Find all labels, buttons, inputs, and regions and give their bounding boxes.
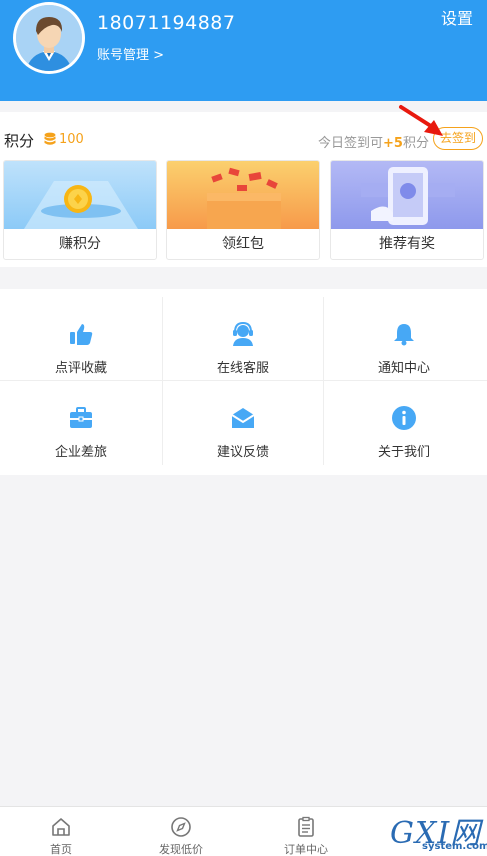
envelope-icon (231, 408, 255, 428)
points-title: 积分 (4, 132, 35, 150)
menu-label: 建议反馈 (216, 445, 269, 460)
gold-coin-icon (24, 181, 138, 229)
home-icon (52, 818, 70, 836)
bell-icon (394, 324, 414, 346)
menu-label: 在线客服 (216, 361, 269, 376)
tab-label: 发现低价 (159, 843, 203, 856)
sign-hint-prefix: 今日签到可 (318, 136, 384, 151)
tab-home[interactable]: 首页 (0, 807, 122, 856)
menu-label: 通知中心 (377, 361, 430, 376)
customer-service-icon (233, 321, 253, 346)
tab-label: 首页 (50, 843, 72, 856)
menu-label: 企业差旅 (54, 445, 107, 460)
person-icon (16, 5, 82, 71)
earn-points-label: 赚积分 (59, 236, 101, 252)
red-packet-label: 领红包 (222, 236, 264, 252)
thumbs-up-icon (70, 324, 93, 345)
coin-stack-icon (44, 132, 56, 145)
tab-discover[interactable]: 发现低价 (120, 807, 242, 856)
feature-cards: 赚积分 领红包 推荐有奖 (0, 157, 487, 267)
avatar[interactable] (13, 2, 85, 74)
clipboard-icon (298, 816, 314, 837)
settings-button[interactable]: 设置 (441, 5, 473, 29)
account-manage-link[interactable]: 账号管理 > (97, 44, 164, 63)
site-watermark: GXI网 system.com (388, 808, 487, 856)
earn-points-banner (4, 161, 156, 229)
menu-item-support[interactable]: 在线客服 (162, 297, 324, 381)
referral-label: 推荐有奖 (379, 236, 435, 252)
menu-item-reviews[interactable]: 点评收藏 (0, 297, 162, 381)
menu-item-about[interactable]: 关于我们 (323, 381, 485, 465)
red-packet-banner (167, 161, 319, 229)
menu-item-notifications[interactable]: 通知中心 (323, 297, 485, 381)
profile-header: 18071194887 账号管理 > 设置 (0, 0, 487, 101)
menu-grid: 点评收藏 在线客服 通知中心 企业差旅 建议反馈 关于我们 (0, 289, 487, 475)
gift-box-icon (207, 167, 281, 229)
phone-gift-icon (361, 167, 455, 225)
referral-card[interactable]: 推荐有奖 (330, 160, 484, 260)
red-packet-card[interactable]: 领红包 (166, 160, 320, 260)
earn-points-card[interactable]: 赚积分 (3, 160, 157, 260)
compass-icon (171, 817, 191, 837)
menu-label: 点评收藏 (54, 361, 107, 376)
points-value: 100 (59, 132, 84, 147)
tab-orders[interactable]: 订单中心 (245, 807, 367, 856)
menu-item-business-travel[interactable]: 企业差旅 (0, 381, 162, 465)
phone-number: 18071194887 (97, 12, 236, 34)
info-icon (392, 406, 416, 430)
red-arrow-annotation (399, 105, 443, 136)
referral-banner (331, 161, 483, 229)
tab-label: 订单中心 (284, 843, 328, 856)
menu-label: 关于我们 (377, 445, 430, 460)
avatar-image (16, 5, 82, 71)
briefcase-icon (70, 407, 92, 428)
watermark-domain: system.com (422, 841, 487, 852)
menu-item-feedback[interactable]: 建议反馈 (162, 381, 324, 465)
